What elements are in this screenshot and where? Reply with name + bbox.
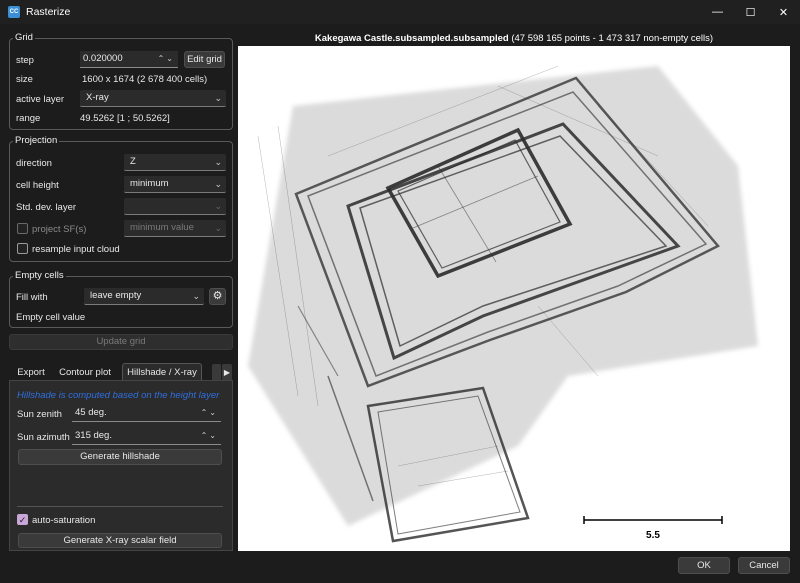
viewport-title: Kakegawa Castle.subsampled.subsampled (4… — [238, 33, 790, 44]
step-spinbox[interactable]: 0.020000 ⌃⌄ — [80, 51, 178, 68]
project-sf-select[interactable]: minimum value ⌄ — [124, 220, 226, 237]
chevron-down-icon: ⌄ — [192, 291, 200, 301]
edit-grid-button[interactable]: Edit grid — [184, 51, 225, 68]
maximize-icon[interactable]: ☐ — [734, 0, 767, 24]
sun-zenith-spinbox[interactable]: 45 deg. ⌃⌄ — [72, 405, 221, 422]
tab-scroll-left[interactable] — [212, 364, 221, 381]
chevron-down-icon: ⌄ — [214, 93, 222, 103]
range-label: range — [16, 113, 41, 124]
cell-height-label: cell height — [16, 180, 59, 191]
active-layer-label: active layer — [16, 94, 65, 105]
cell-height-select[interactable]: minimum ⌄ — [124, 176, 226, 193]
chevron-down-icon: ⌄ — [214, 223, 222, 233]
raster-viewport[interactable]: 5.5 — [238, 46, 790, 551]
sun-zenith-label: Sun zenith — [17, 409, 62, 420]
range-value: 49.5262 [1 ; 50.5262] — [80, 113, 170, 124]
sun-azimuth-arrows[interactable]: ⌃⌄ — [201, 428, 218, 444]
empty-cells-group-title: Empty cells — [13, 270, 66, 281]
resample-checkbox[interactable] — [17, 243, 28, 254]
step-label: step — [16, 55, 34, 66]
raster-image: 5.5 — [248, 65, 758, 543]
gear-icon: ⚙ — [212, 290, 223, 302]
std-dev-layer-select[interactable]: ⌄ — [124, 198, 226, 215]
direction-label: direction — [16, 158, 52, 169]
fill-with-label: Fill with — [16, 292, 48, 303]
generate-hillshade-button[interactable]: Generate hillshade — [18, 449, 222, 465]
project-sf-label: project SF(s) — [32, 224, 87, 235]
size-label: size — [16, 74, 33, 85]
sun-zenith-arrows[interactable]: ⌃⌄ — [201, 405, 218, 421]
active-layer-select[interactable]: X-ray ⌄ — [80, 90, 226, 107]
resample-label: resample input cloud — [32, 244, 120, 255]
tab-export[interactable]: Export — [13, 364, 49, 381]
cancel-button[interactable]: Cancel — [738, 557, 790, 574]
sun-azimuth-spinbox[interactable]: 315 deg. ⌃⌄ — [72, 428, 221, 445]
close-icon[interactable]: ✕ — [767, 0, 800, 24]
tab-scroll-right-icon[interactable]: ▶ — [222, 364, 232, 381]
window-title: Rasterize — [26, 6, 71, 18]
hillshade-info: Hillshade is computed based on the heigh… — [17, 390, 220, 401]
fill-settings-button[interactable]: ⚙ — [209, 288, 226, 305]
size-value: 1600 x 1674 (2 678 400 cells) — [82, 74, 208, 85]
separator — [17, 506, 223, 507]
step-spin-arrows[interactable]: ⌃⌄ — [158, 51, 175, 67]
tab-hillshade-xray[interactable]: Hillshade / X-ray — [122, 363, 202, 381]
projection-group-title: Projection — [13, 135, 60, 146]
app-icon: CC — [8, 6, 20, 18]
auto-saturation-label: auto-saturation — [32, 515, 96, 526]
ok-button[interactable]: OK — [678, 557, 730, 574]
chevron-down-icon: ⌄ — [214, 157, 222, 167]
fill-with-select[interactable]: leave empty ⌄ — [84, 288, 204, 305]
tab-contour-plot[interactable]: Contour plot — [56, 364, 114, 381]
minimize-icon[interactable]: — — [701, 0, 734, 24]
project-sf-checkbox[interactable] — [17, 223, 28, 234]
std-dev-layer-label: Std. dev. layer — [16, 202, 77, 213]
scale-bar: 5.5 — [583, 516, 723, 541]
auto-saturation-checkbox[interactable]: ✓ — [17, 514, 28, 525]
empty-cell-value-label: Empty cell value — [16, 312, 86, 323]
chevron-down-icon: ⌄ — [214, 179, 222, 189]
title-bar: CC Rasterize — ☐ ✕ — [0, 0, 800, 24]
cloud-info: (47 598 165 points - 1 473 317 non-empty… — [511, 33, 714, 44]
update-grid-button[interactable]: Update grid — [9, 334, 233, 350]
scale-label: 5.5 — [646, 530, 660, 541]
sun-azimuth-label: Sun azimuth — [17, 432, 70, 443]
direction-select[interactable]: Z ⌄ — [124, 154, 226, 171]
chevron-down-icon: ⌄ — [214, 201, 222, 211]
grid-group-title: Grid — [13, 32, 35, 43]
generate-xray-button[interactable]: Generate X-ray scalar field — [18, 533, 222, 548]
cloud-name: Kakegawa Castle.subsampled.subsampled — [314, 33, 509, 44]
